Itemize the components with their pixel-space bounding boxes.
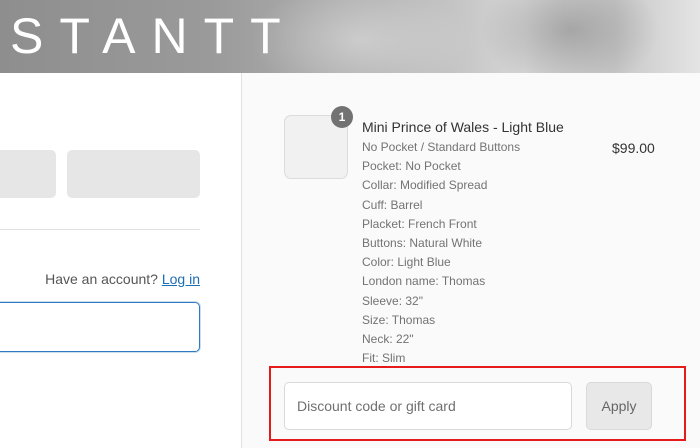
checkout-main: Have an account? Log in: [0, 73, 241, 448]
product-price: $99.00: [612, 140, 655, 156]
variant-line: Collar: Modified Spread: [362, 178, 488, 193]
express-pay-button[interactable]: [67, 150, 200, 198]
product-variant-list: No Pocket / Standard Buttons Pocket: No …: [362, 138, 520, 368]
quantity-badge: 1: [331, 106, 353, 128]
variant-line: Buttons: Natural White: [362, 235, 483, 250]
brand-logo[interactable]: STANTT: [10, 6, 297, 66]
variant-line: Color: Light Blue: [362, 255, 451, 270]
product-title: Mini Prince of Wales - Light Blue: [362, 119, 564, 135]
account-prompt-text: Have an account?: [45, 271, 158, 287]
express-pay-button[interactable]: [0, 150, 56, 198]
apply-button[interactable]: Apply: [586, 382, 652, 430]
email-field[interactable]: [0, 302, 200, 352]
variant-line: Cuff: Barrel: [362, 197, 423, 212]
header-banner: STANTT: [0, 0, 700, 73]
variant-line: Size: Thomas: [362, 312, 436, 327]
divider: [0, 229, 200, 230]
banner-shading: [480, 0, 660, 73]
variant-line: London name: Thomas: [362, 274, 486, 289]
discount-code-input[interactable]: [284, 382, 572, 430]
variant-line: Neck: 22": [362, 331, 414, 346]
variant-line: Sleeve: 32": [362, 293, 423, 308]
account-prompt: Have an account? Log in: [45, 271, 200, 287]
variant-line: Placket: French Front: [362, 216, 477, 231]
variant-line: No Pocket / Standard Buttons: [362, 140, 521, 154]
variant-line: Pocket: No Pocket: [362, 159, 461, 174]
login-link[interactable]: Log in: [162, 271, 200, 287]
